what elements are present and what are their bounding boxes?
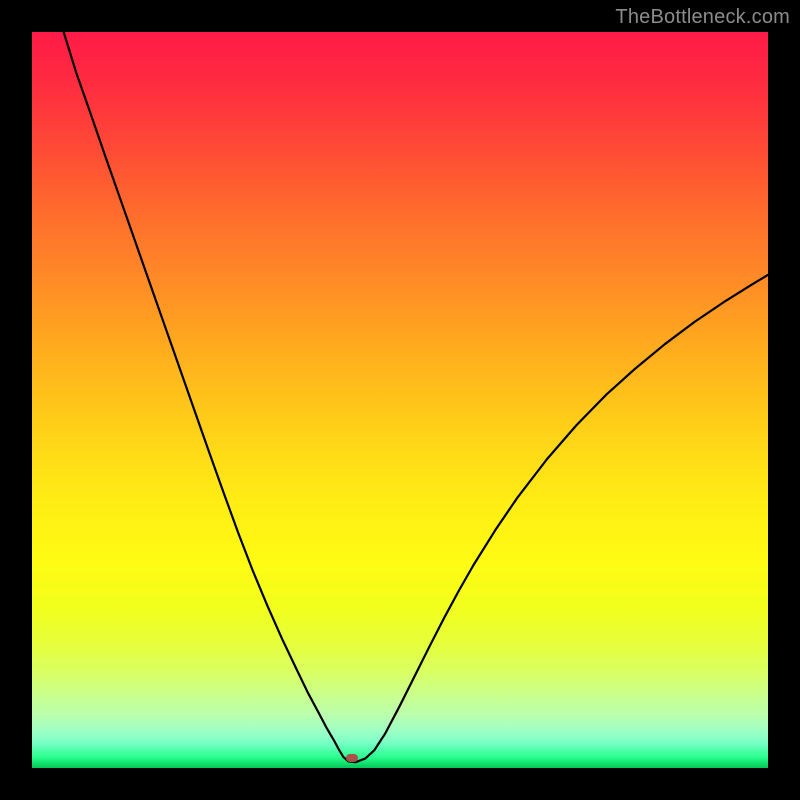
- watermark-text: TheBottleneck.com: [615, 6, 790, 29]
- curve-line: [64, 32, 768, 762]
- optimum-marker: [346, 754, 358, 762]
- plot-area: [32, 32, 768, 768]
- bottleneck-curve: [32, 32, 768, 768]
- chart-frame: TheBottleneck.com: [0, 0, 800, 800]
